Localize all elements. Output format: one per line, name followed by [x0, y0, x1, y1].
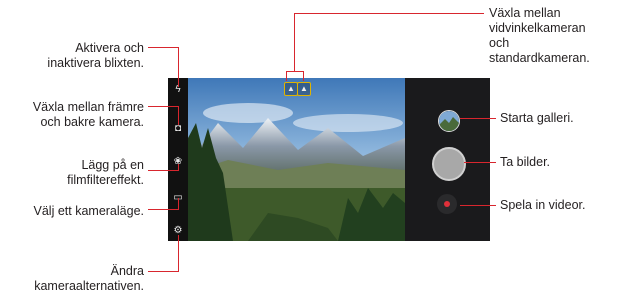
flash-label: Aktivera och inaktivera blixten. — [47, 41, 144, 70]
viewfinder-preview — [188, 78, 405, 241]
camera-mode-label: Välj ett kameraläge. — [33, 204, 144, 218]
wide-angle-label: Växla mellan vidvinkelkameran och standard… — [489, 6, 590, 65]
wide-angle-lens-icon[interactable]: ▲ — [284, 82, 298, 96]
record-video-label: Spela in videor. — [500, 198, 586, 212]
gallery-thumbnail[interactable] — [438, 110, 460, 132]
gallery-label: Starta galleri. — [500, 111, 574, 125]
mountain-landscape-image — [188, 78, 405, 241]
record-dot-icon — [444, 201, 450, 207]
shutter-button[interactable] — [432, 147, 466, 181]
film-filter-label: Lägg på en filmfiltereffekt. — [67, 158, 144, 187]
take-photo-label: Ta bilder. — [500, 155, 551, 169]
record-button[interactable] — [437, 194, 457, 214]
switch-camera-label: Växla mellan främre och bakre kamera. — [32, 100, 144, 129]
standard-lens-icon[interactable]: ▲ — [297, 82, 311, 96]
camera-options-label: Ändra kameraalternativen. — [34, 264, 144, 293]
